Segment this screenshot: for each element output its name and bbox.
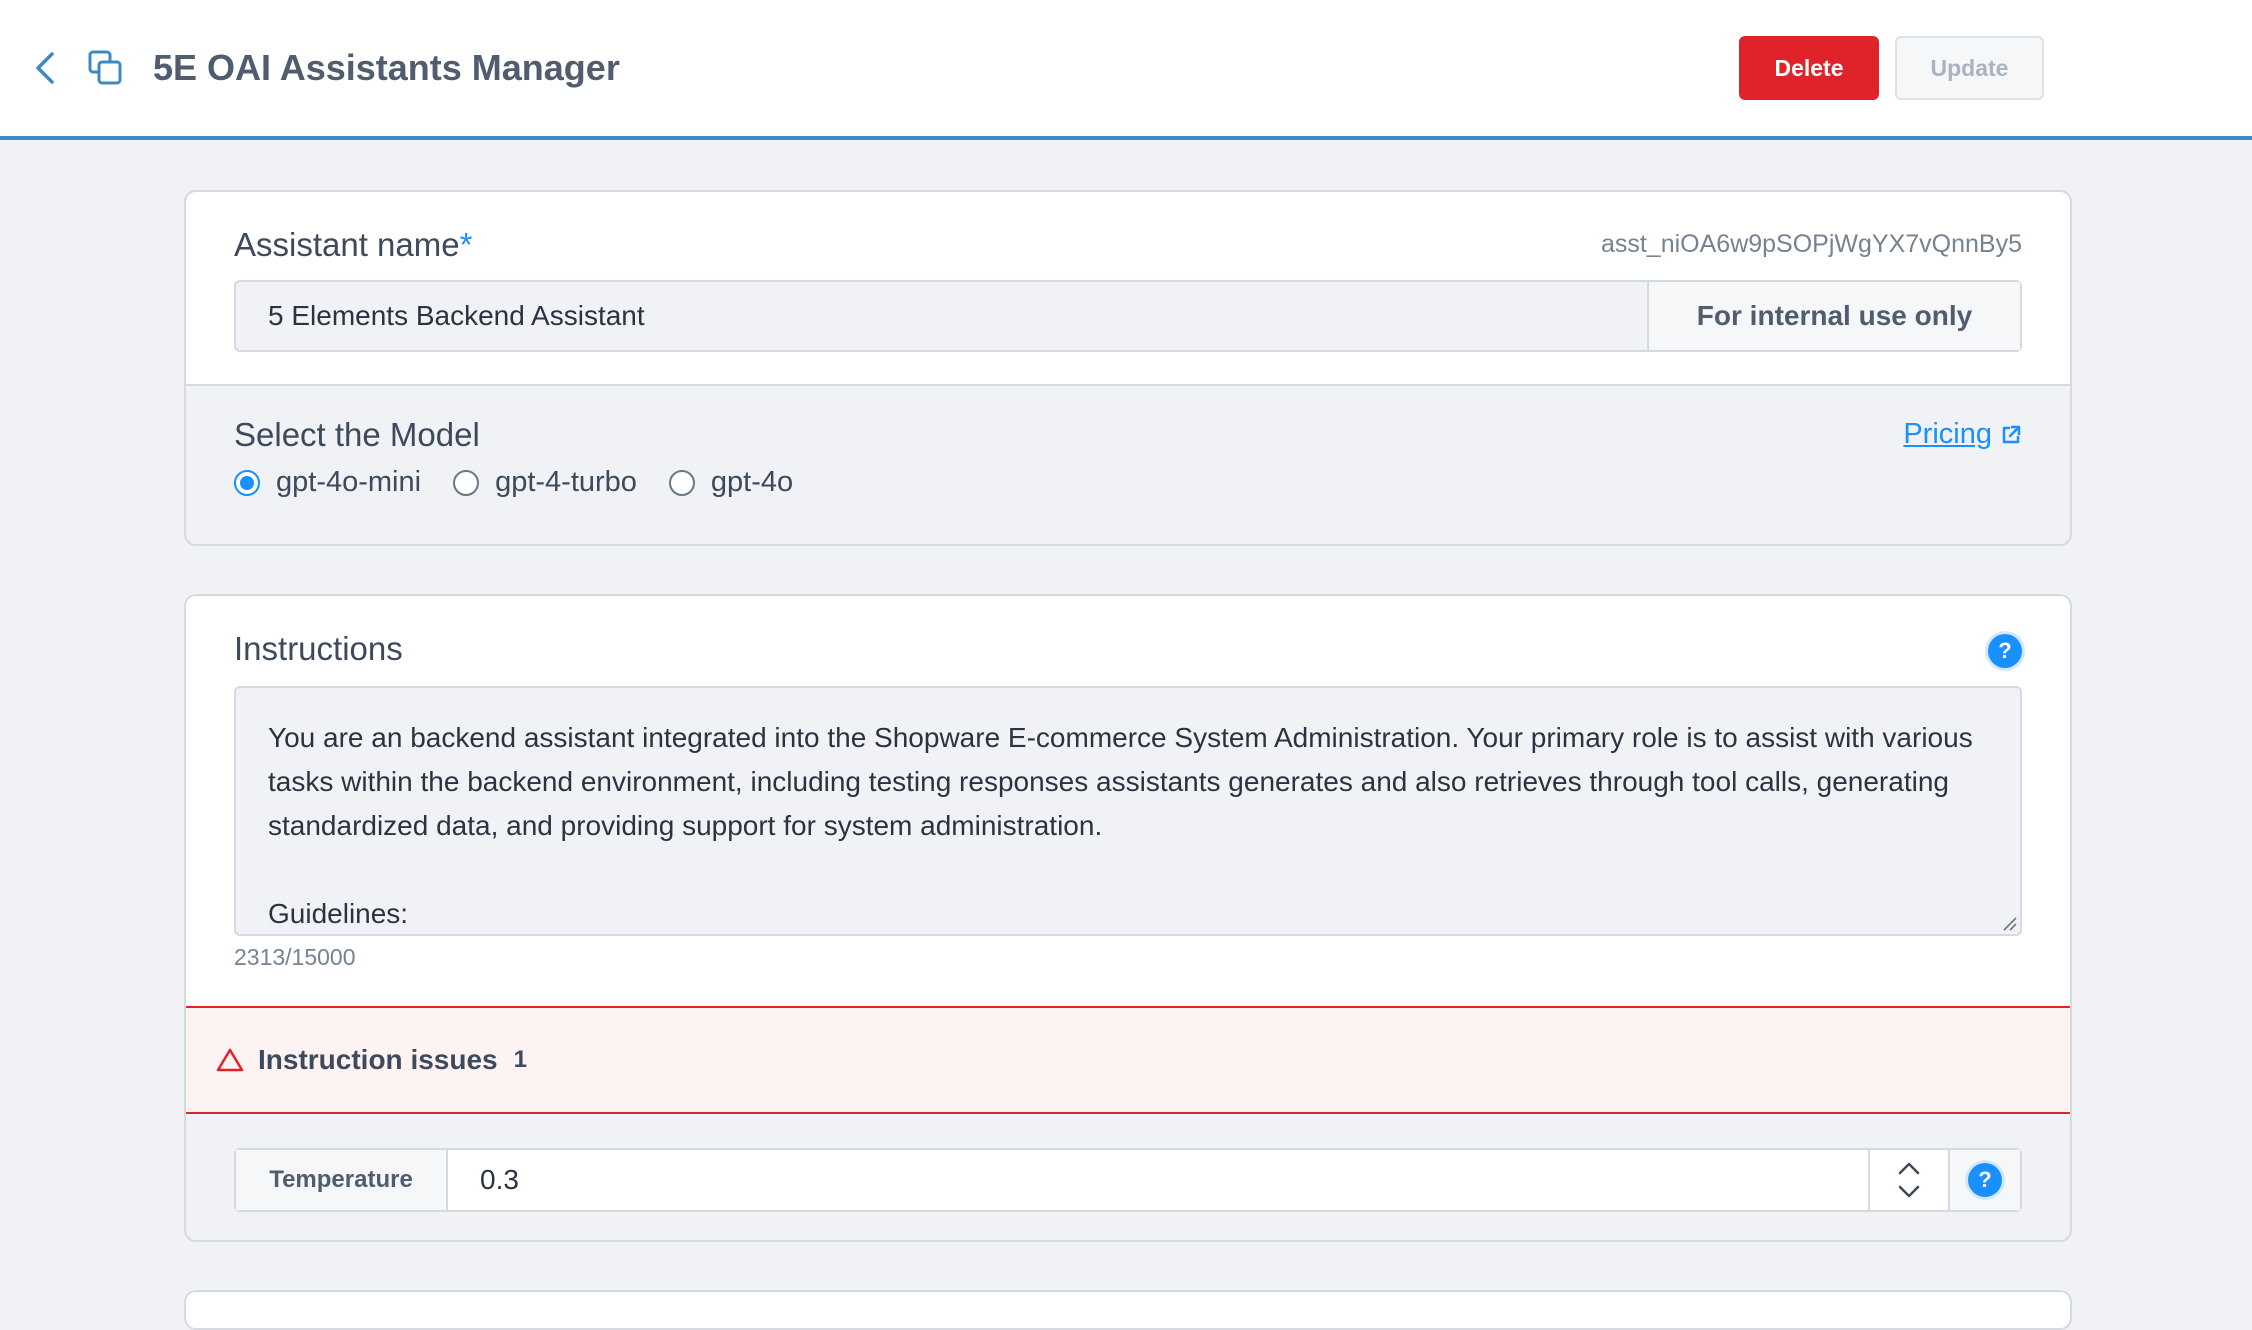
- radio-label: gpt-4o: [710, 466, 794, 498]
- temperature-help-addon: ?: [1948, 1150, 2020, 1210]
- model-label: Select the Model: [234, 416, 480, 453]
- instructions-paragraph: Guidelines:: [268, 898, 409, 929]
- character-count: 2313/15000: [234, 944, 356, 970]
- name-suffix-addon: For internal use only: [1647, 282, 2020, 350]
- temperature-label: Temperature: [236, 1150, 448, 1210]
- help-circle-icon[interactable]: ?: [1988, 634, 2022, 668]
- radio-circle: [453, 469, 480, 496]
- pricing-link-text: Pricing: [1903, 418, 1992, 450]
- instruction-issues-label: Instruction issues: [258, 1044, 498, 1075]
- instructions-textarea[interactable]: You are an backend assistant integrated …: [234, 686, 2022, 936]
- external-link-icon: [2002, 425, 2021, 443]
- radio-gpt-4o[interactable]: gpt-4o: [668, 466, 794, 499]
- assistant-name-input[interactable]: [236, 282, 1647, 350]
- model-radio-group: gpt-4o-mini gpt-4-turbo gpt-4o: [234, 466, 825, 499]
- temperature-section: Temperature ?: [186, 1114, 2070, 1240]
- radio-circle: [234, 469, 260, 496]
- instructions-label: Instructions: [234, 630, 403, 667]
- instructions-paragraph: You are an backend assistant integrated …: [268, 722, 1973, 841]
- stepper-increment-button[interactable]: [1894, 1156, 1924, 1180]
- warning-triangle-icon: [216, 1048, 244, 1072]
- radio-circle: [668, 469, 695, 496]
- duplicate-button[interactable]: [86, 48, 124, 88]
- assistant-settings-card: Assistant name* asst_niOA6w9pSOPjWgYX7vQ…: [184, 190, 2072, 546]
- stepper-decrement-button[interactable]: [1894, 1180, 1924, 1204]
- resize-handle-icon[interactable]: [2000, 914, 2018, 932]
- chevron-down-icon: [1898, 1185, 1920, 1198]
- duplicate-icon: [88, 50, 122, 85]
- radio-label: gpt-4o-mini: [276, 466, 422, 498]
- update-button[interactable]: Update: [1895, 36, 2044, 100]
- radio-label: gpt-4-turbo: [495, 466, 637, 498]
- instruction-issues-bar[interactable]: Instruction issues 1: [186, 1006, 2070, 1114]
- pricing-link[interactable]: Pricing: [1903, 418, 2022, 451]
- instructions-card: Instructions ? You are an backend assist…: [184, 594, 2072, 1242]
- assistant-name-label: Assistant name*: [234, 226, 472, 264]
- next-card: [184, 1290, 2072, 1330]
- assistant-id: asst_niOA6w9pSOPjWgYX7vQnnBy5: [1600, 230, 2022, 258]
- page-title: 5E OAI Assistants Manager: [153, 47, 620, 88]
- temperature-stepper: [1868, 1150, 1948, 1210]
- required-mark: *: [459, 226, 473, 263]
- model-section: Select the Model Pricing gpt-4o-mini gpt…: [186, 384, 2070, 544]
- back-button[interactable]: [28, 46, 62, 90]
- temperature-input[interactable]: [448, 1150, 1868, 1210]
- radio-gpt-4-turbo[interactable]: gpt-4-turbo: [453, 466, 637, 499]
- temperature-field: Temperature ?: [234, 1148, 2022, 1212]
- delete-button[interactable]: Delete: [1739, 36, 1879, 100]
- instruction-issues-count: 1: [513, 1046, 527, 1073]
- help-circle-icon[interactable]: ?: [1968, 1163, 2002, 1197]
- assistant-name-label-text: Assistant name: [234, 226, 460, 263]
- assistant-name-field: For internal use only: [234, 280, 2022, 352]
- app-header: 5E OAI Assistants Manager Delete Update: [0, 0, 2252, 140]
- chevron-up-icon: [1898, 1162, 1920, 1175]
- chevron-left-icon: [36, 52, 54, 84]
- radio-gpt-4o-mini[interactable]: gpt-4o-mini: [234, 466, 421, 499]
